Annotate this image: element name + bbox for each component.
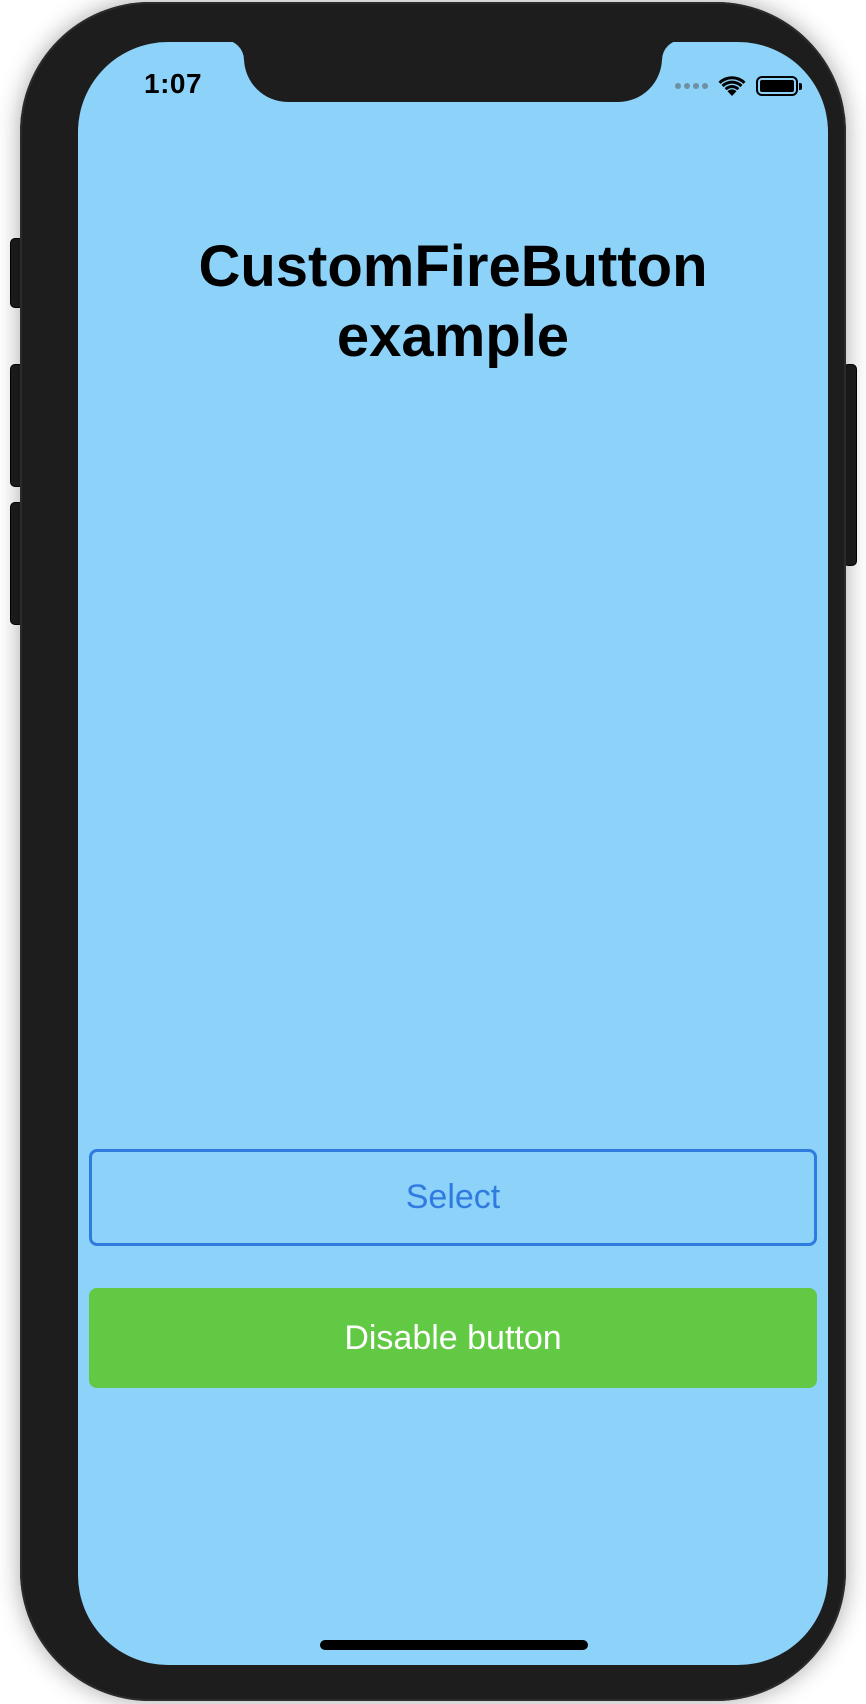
app-screen: 1:07 CustomFireButton example Select Dis… <box>78 42 828 1665</box>
page-title: CustomFireButton example <box>78 232 828 372</box>
wifi-icon <box>718 76 746 96</box>
home-indicator[interactable] <box>320 1640 588 1650</box>
status-icons <box>675 72 802 100</box>
device-stage: 1:07 CustomFireButton example Select Dis… <box>0 0 866 1704</box>
cellular-signal-icon <box>675 83 708 89</box>
phone-frame: 1:07 CustomFireButton example Select Dis… <box>20 2 846 1701</box>
page-title-line-1: CustomFireButton <box>198 234 708 299</box>
notch <box>244 42 662 102</box>
status-time: 1:07 <box>144 68 203 99</box>
disable-button[interactable]: Disable button <box>89 1288 817 1388</box>
battery-icon <box>756 76 802 96</box>
page-title-line-2: example <box>336 304 570 369</box>
select-button[interactable]: Select <box>89 1149 817 1246</box>
